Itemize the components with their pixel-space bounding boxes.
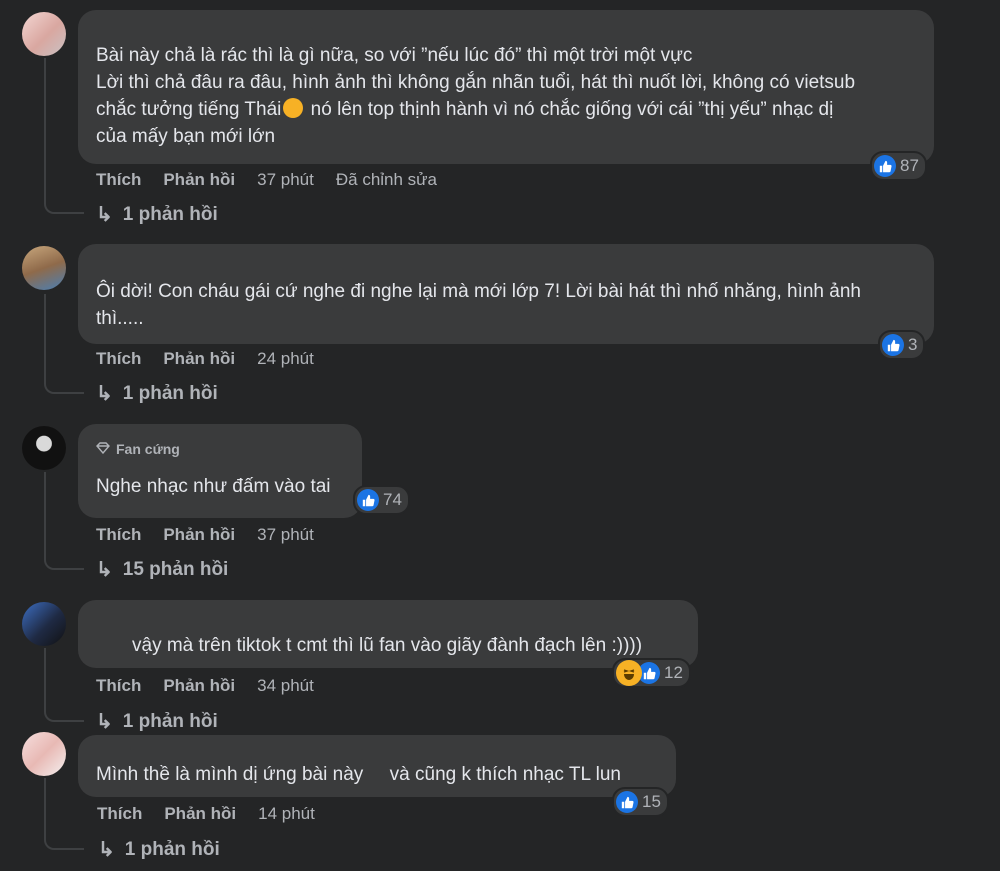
comment-bubble: Bài này chả là rác thì là gì nữa, so với… — [78, 10, 934, 164]
avatar[interactable] — [22, 12, 66, 56]
replies-count: 1 phản hồi — [122, 382, 218, 404]
replies-count: 15 phản hồi — [122, 558, 229, 580]
reply-arrow-icon: ↳ — [96, 383, 113, 405]
edited-label: Đã chỉnh sửa — [335, 170, 438, 189]
like-button[interactable]: Thích — [96, 525, 141, 545]
like-button[interactable]: Thích — [96, 349, 141, 369]
comment-bubble: Fan cứng Nghe nhạc như đấm vào tai — [78, 424, 362, 518]
avatar[interactable] — [22, 246, 66, 290]
reply-button[interactable]: Phản hồi — [164, 804, 236, 824]
reply-button[interactable]: Phản hồi — [163, 525, 235, 545]
like-button[interactable]: Thích — [96, 676, 141, 696]
comment-bubble: Ôi dời! Con cháu gái cứ nghe đi nghe lại… — [78, 244, 934, 344]
thumbs-up-icon — [616, 791, 638, 813]
reaction-count[interactable]: 74 — [353, 485, 410, 515]
avatar[interactable] — [22, 732, 66, 776]
reply-button[interactable]: Phản hồi — [163, 170, 235, 190]
reaction-count[interactable]: 12 — [612, 658, 691, 688]
badge-label: Fan cứng — [116, 441, 180, 457]
comment-actions: Thích Phản hồi 37 phút Đã chỉnh sửa — [96, 170, 437, 190]
timestamp[interactable]: 14 phút — [258, 804, 315, 824]
reply-button[interactable]: Phản hồi — [163, 676, 235, 696]
reply-arrow-icon: ↳ — [98, 839, 115, 861]
timestamp[interactable]: 37 phút — [257, 525, 314, 545]
comment-actions: Thích Phản hồi 34 phút — [96, 676, 314, 696]
reply-arrow-icon: ↳ — [96, 204, 113, 226]
comment-text: Mình thề là mình dị ứng bài này và cũng … — [96, 764, 621, 785]
timestamp[interactable]: 37 phút — [257, 170, 314, 190]
like-button[interactable]: Thích — [96, 170, 141, 190]
avatar[interactable] — [22, 426, 66, 470]
reaction-number: 3 — [908, 335, 918, 354]
replies-count: 1 phản hồi — [124, 838, 220, 860]
thumbs-up-icon — [357, 489, 379, 511]
comment-bubble: Mình thề là mình dị ứng bài này và cũng … — [78, 735, 676, 797]
thumbs-up-icon — [874, 155, 896, 177]
reaction-count[interactable]: 87 — [870, 151, 927, 181]
fan-badge[interactable]: Fan cứng — [96, 436, 344, 463]
view-replies-link[interactable]: ↳ 1 phản hồi — [96, 202, 218, 227]
haha-icon — [616, 660, 642, 686]
timestamp[interactable]: 34 phút — [257, 676, 314, 696]
like-button[interactable]: Thích — [97, 804, 142, 824]
comment-text: Bài này chả là rác thì là gì nữa, so với… — [96, 45, 856, 147]
thumbs-up-icon — [882, 334, 904, 356]
view-replies-link[interactable]: ↳ 1 phản hồi — [98, 837, 220, 862]
comment-text: vậy mà trên tiktok t cmt thì lũ fan vào … — [132, 635, 643, 656]
diamond-icon — [96, 436, 110, 463]
thread-line — [44, 648, 84, 722]
replies-count: 1 phản hồi — [122, 710, 218, 732]
reaction-number: 15 — [642, 792, 661, 811]
reply-arrow-icon: ↳ — [96, 559, 113, 581]
reply-button[interactable]: Phản hồi — [163, 349, 235, 369]
comment-actions: Thích Phản hồi 37 phút — [96, 525, 314, 545]
view-replies-link[interactable]: ↳ 15 phản hồi — [96, 557, 228, 582]
reaction-number: 12 — [664, 663, 683, 682]
comment-text: Ôi dời! Con cháu gái cứ nghe đi nghe lại… — [96, 281, 861, 329]
reaction-count[interactable]: 3 — [878, 330, 926, 360]
replies-count: 1 phản hồi — [122, 203, 218, 225]
comment-bubble: vậy mà trên tiktok t cmt thì lũ fan vào … — [78, 600, 698, 668]
weary-emoji-icon — [283, 98, 304, 118]
reaction-count[interactable]: 15 — [612, 787, 669, 817]
reaction-number: 74 — [383, 490, 402, 509]
view-replies-link[interactable]: ↳ 1 phản hồi — [96, 381, 218, 406]
reply-arrow-icon: ↳ — [96, 711, 113, 733]
view-replies-link[interactable]: ↳ 1 phản hồi — [96, 709, 218, 734]
comment-text: Nghe nhạc như đấm vào tai — [96, 476, 331, 497]
comment-actions: Thích Phản hồi 24 phút — [96, 349, 314, 369]
avatar[interactable] — [22, 602, 66, 646]
reaction-number: 87 — [900, 156, 919, 175]
comment-actions: Thích Phản hồi 14 phút — [97, 804, 315, 824]
thread-line — [44, 778, 84, 850]
timestamp[interactable]: 24 phút — [257, 349, 314, 369]
